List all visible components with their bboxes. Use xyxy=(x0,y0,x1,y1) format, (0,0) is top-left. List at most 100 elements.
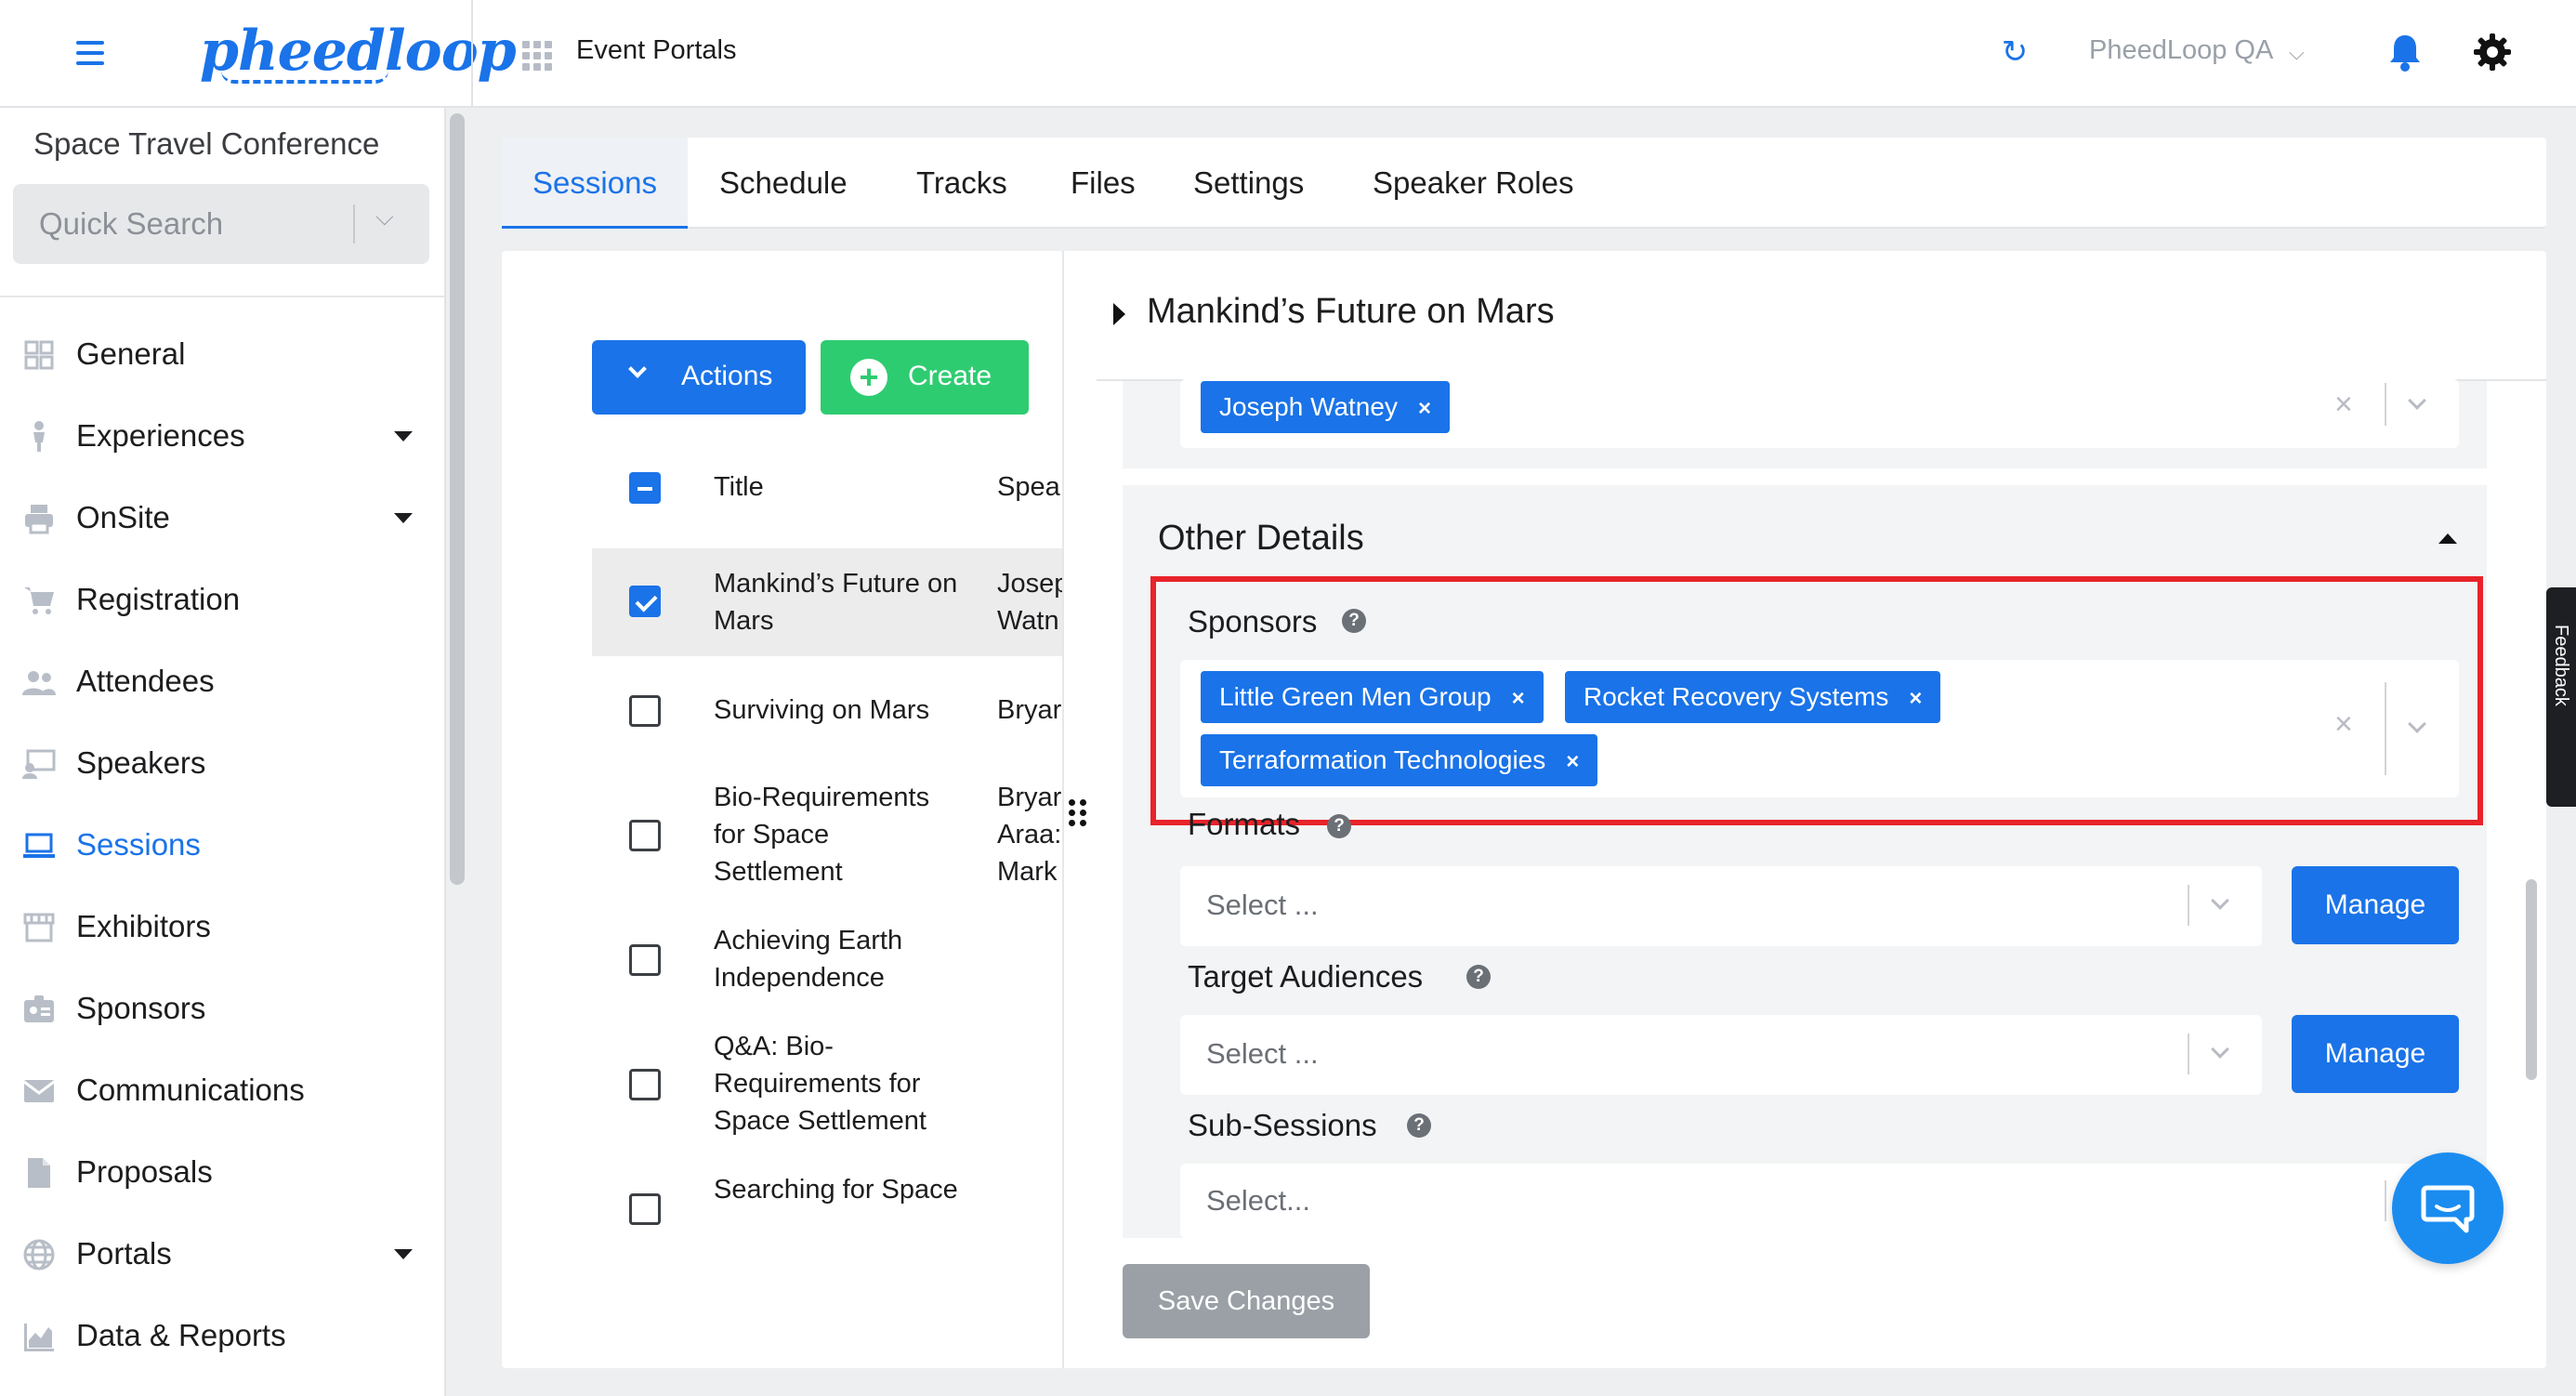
row-title[interactable]: Surviving on Mars xyxy=(714,691,965,729)
row-checkbox[interactable] xyxy=(629,586,661,617)
caret-down-icon[interactable] xyxy=(394,1249,413,1259)
clear-icon[interactable]: × xyxy=(2334,387,2353,423)
help-icon[interactable]: ? xyxy=(1327,814,1351,838)
row-title[interactable]: Searching for Space xyxy=(714,1171,965,1227)
sidebar-item-attendees[interactable]: Attendees xyxy=(0,647,444,718)
logo-swoosh xyxy=(221,71,388,84)
actions-button[interactable]: Actions xyxy=(592,340,806,415)
plus-icon: + xyxy=(850,359,887,396)
caret-down-icon[interactable] xyxy=(394,513,413,523)
sidebar-item-sessions[interactable]: Sessions xyxy=(0,810,444,881)
row-speaker: Josep Watn xyxy=(997,569,1062,636)
row-title[interactable]: Mankind’s Future on Mars xyxy=(714,565,965,639)
row-checkbox[interactable] xyxy=(629,820,661,851)
sidebar-item-speakers[interactable]: Speakers xyxy=(0,729,444,799)
hamburger-menu-icon[interactable] xyxy=(76,41,104,65)
caret-right-icon[interactable] xyxy=(1113,303,1125,325)
manage-target-audiences-button[interactable]: Manage xyxy=(2292,1015,2459,1093)
apps-grid-icon[interactable] xyxy=(522,41,552,71)
select-separator xyxy=(2188,885,2189,926)
create-button[interactable]: + Create xyxy=(821,340,1029,415)
tab-schedule[interactable]: Schedule xyxy=(719,138,848,229)
sidebar-item-label: Sessions xyxy=(76,827,201,862)
quick-search-placeholder: Quick Search xyxy=(39,206,224,241)
gear-icon[interactable] xyxy=(2472,32,2513,72)
select-all-checkbox[interactable] xyxy=(629,472,661,504)
row-speaker: Bryar Araa: Mark xyxy=(997,783,1062,887)
bell-icon[interactable] xyxy=(2386,32,2424,72)
tab-speaker-roles[interactable]: Speaker Roles xyxy=(1373,138,1573,229)
help-icon[interactable]: ? xyxy=(1466,965,1491,989)
sidebar-item-label: Experiences xyxy=(76,418,245,453)
section-title[interactable]: Other Details xyxy=(1158,519,1364,559)
laptop-icon xyxy=(23,833,55,858)
caret-up-icon[interactable] xyxy=(2438,533,2457,544)
sidebar-item-exhibitors[interactable]: Exhibitors xyxy=(0,892,444,963)
target-audiences-select[interactable]: Select ... xyxy=(1180,1015,2262,1095)
tab-sessions[interactable]: Sessions xyxy=(502,138,688,229)
chevron-down-icon[interactable] xyxy=(2211,1040,2229,1059)
sidebar-item-label: Data & Reports xyxy=(76,1318,286,1352)
sidebar-item-label: Attendees xyxy=(76,664,215,698)
badge-icon xyxy=(24,995,54,1022)
row-checkbox[interactable] xyxy=(629,1193,661,1225)
row-title[interactable]: Q&A: Bio-Requirements for Space Settleme… xyxy=(714,1028,965,1139)
sidebar-item-general[interactable]: General xyxy=(0,320,444,390)
chevron-down-icon[interactable] xyxy=(2408,391,2426,410)
actions-label: Actions xyxy=(681,361,773,391)
drag-handle-icon[interactable] xyxy=(1069,799,1089,827)
person-icon xyxy=(33,421,45,452)
chevron-down-icon[interactable]: ⌵ xyxy=(2289,41,2305,65)
sidebar-item-proposals[interactable]: Proposals xyxy=(0,1138,444,1208)
storefront-icon xyxy=(23,913,55,942)
tab-tracks[interactable]: Tracks xyxy=(916,138,1007,229)
sidebar-item-onsite[interactable]: OnSite xyxy=(0,483,444,554)
sidebar-item-data-reports[interactable]: Data & Reports xyxy=(0,1301,444,1372)
row-title[interactable]: Achieving Earth Independence xyxy=(714,922,965,996)
org-switcher[interactable]: PheedLoop QA xyxy=(2089,35,2273,66)
refresh-icon[interactable]: ↻ xyxy=(2000,36,2030,68)
remove-tag-icon[interactable]: × xyxy=(1418,396,1431,421)
speaker-tag[interactable]: Joseph Watney × xyxy=(1201,381,1450,433)
printer-icon xyxy=(25,505,53,534)
select-separator xyxy=(2385,383,2386,426)
row-checkbox[interactable] xyxy=(629,695,661,727)
speakers-select[interactable]: Joseph Watney × × xyxy=(1180,379,2459,448)
row-checkbox[interactable] xyxy=(629,1069,661,1100)
tab-settings[interactable]: Settings xyxy=(1193,138,1304,229)
sidebar-item-label: OnSite xyxy=(76,500,170,534)
help-icon[interactable]: ? xyxy=(1407,1113,1431,1138)
sidebar-item-communications[interactable]: Communications xyxy=(0,1056,444,1126)
presenter-icon xyxy=(22,749,56,779)
sidebar-item-label: Speakers xyxy=(76,745,206,780)
detail-scrollbar[interactable] xyxy=(2526,879,2537,1080)
manage-formats-button[interactable]: Manage xyxy=(2292,866,2459,944)
speaker-tag-label: Joseph Watney xyxy=(1219,392,1398,421)
chevron-down-icon[interactable]: ⌵ xyxy=(375,203,394,232)
sidebar-divider xyxy=(0,296,444,297)
chevron-down-icon[interactable] xyxy=(2211,891,2229,910)
save-changes-button[interactable]: Save Changes xyxy=(1123,1264,1370,1338)
sidebar-scrollbar[interactable] xyxy=(450,113,465,885)
list-detail-divider[interactable] xyxy=(1062,251,1064,1368)
sidebar-item-experiences[interactable]: Experiences xyxy=(0,402,444,472)
chat-launcher-button[interactable] xyxy=(2392,1152,2504,1264)
feedback-tab[interactable]: Feedback xyxy=(2546,587,2576,807)
sidebar-item-registration[interactable]: Registration xyxy=(0,565,444,636)
sub-sessions-select[interactable]: Select... xyxy=(1180,1164,2459,1238)
sidebar-item-sponsors[interactable]: Sponsors xyxy=(0,974,444,1045)
sidebar-item-label: Communications xyxy=(76,1073,305,1107)
tab-files[interactable]: Files xyxy=(1071,138,1136,229)
target-audiences-label: Target Audiences xyxy=(1188,959,1424,994)
formats-select[interactable]: Select ... xyxy=(1180,866,2262,946)
caret-down-icon[interactable] xyxy=(394,431,413,441)
quick-search-select[interactable]: Quick Search ⌵ xyxy=(13,184,429,264)
globe-icon xyxy=(23,1239,55,1271)
row-title[interactable]: Bio-Requirements for Space Settlement xyxy=(714,779,965,890)
column-header-title[interactable]: Title xyxy=(714,472,764,503)
row-checkbox[interactable] xyxy=(629,944,661,976)
sidebar-item-portals[interactable]: Portals xyxy=(0,1219,444,1290)
sidebar-item-label: Sponsors xyxy=(76,991,206,1025)
mail-icon xyxy=(23,1080,55,1102)
column-header-speakers[interactable]: Spea xyxy=(997,472,1062,503)
